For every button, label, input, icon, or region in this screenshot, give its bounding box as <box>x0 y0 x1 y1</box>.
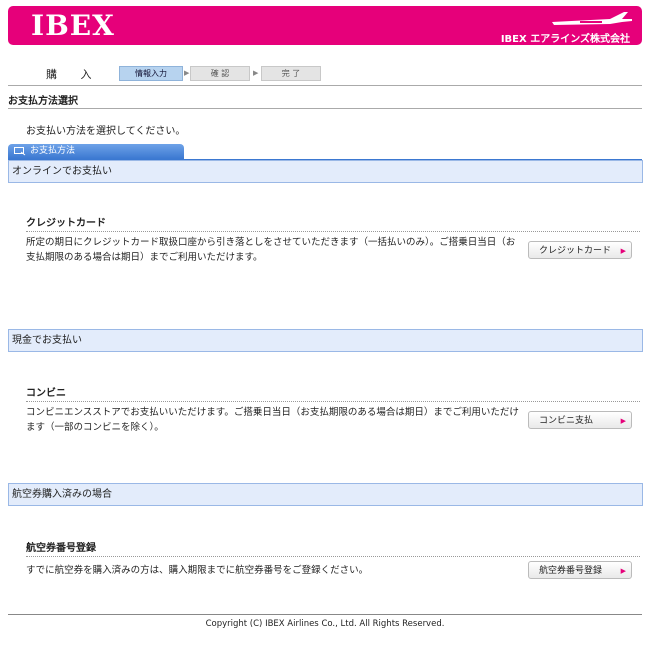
chevron-right-icon: ▶ <box>620 567 626 575</box>
button-label: コンビニ支払 <box>539 416 594 426</box>
step-complete: 完 了 <box>261 66 321 81</box>
intro-text: お支払い方法を選択してください。 <box>26 126 186 137</box>
page-title: お支払方法選択 <box>8 96 78 107</box>
airplane-icon <box>552 12 632 25</box>
card-icon <box>14 147 26 156</box>
step-info-input: 情報入力 <box>119 66 183 81</box>
credit-card-button[interactable]: クレジットカード ▶ <box>528 241 632 259</box>
section-heading-purchased: 航空券購入済みの場合 <box>8 483 643 506</box>
step-arrow-icon: ▶ <box>253 69 259 77</box>
ibex-logo[interactable]: IBEX <box>31 9 115 43</box>
method-title-ticket-number: 航空券番号登録 <box>26 543 96 554</box>
step-confirm: 確 認 <box>190 66 250 81</box>
purchase-steps: 購 入 情報入力 ▶ 確 認 ▶ 完 了 <box>8 63 642 83</box>
payment-method-tab: お支払方法 <box>8 144 184 159</box>
method-description-credit: 所定の期日にクレジットカード取扱口座から引き落としをさせていただきます（一括払い… <box>26 237 516 263</box>
method-description-convenience: コンビニエンスストアでお支払いいただけます。ご搭乗日当日（お支払期限のある場合は… <box>26 407 519 433</box>
divider <box>8 108 642 109</box>
button-label: クレジットカード <box>539 246 612 256</box>
copyright-text: Copyright (C) IBEX Airlines Co., Ltd. Al… <box>205 619 445 629</box>
ticket-number-register-button[interactable]: 航空券番号登録 ▶ <box>528 561 632 579</box>
dotted-divider <box>26 401 640 402</box>
method-description-ticket-number: すでに航空券を購入済みの方は、購入期限までに航空券番号をご登録ください。 <box>26 565 369 576</box>
step-arrow-icon: ▶ <box>184 69 190 77</box>
steps-title: 購 入 <box>46 68 102 81</box>
convenience-store-button[interactable]: コンビニ支払 ▶ <box>528 411 632 429</box>
footer-divider <box>8 614 642 615</box>
section-heading-online: オンラインでお支払い <box>8 160 643 183</box>
company-name: IBEX エアラインズ株式会社 <box>500 34 630 45</box>
method-title-credit: クレジットカード <box>26 218 106 229</box>
divider <box>8 85 642 86</box>
section-heading-cash: 現金でお支払い <box>8 329 643 352</box>
method-title-convenience: コンビニ <box>26 388 66 399</box>
button-label: 航空券番号登録 <box>539 566 603 576</box>
dotted-divider <box>26 231 640 232</box>
chevron-right-icon: ▶ <box>620 247 626 255</box>
chevron-right-icon: ▶ <box>620 417 626 425</box>
dotted-divider <box>26 556 640 557</box>
tab-label: お支払方法 <box>30 146 76 156</box>
site-header: IBEX IBEX エアラインズ株式会社 <box>8 6 642 45</box>
